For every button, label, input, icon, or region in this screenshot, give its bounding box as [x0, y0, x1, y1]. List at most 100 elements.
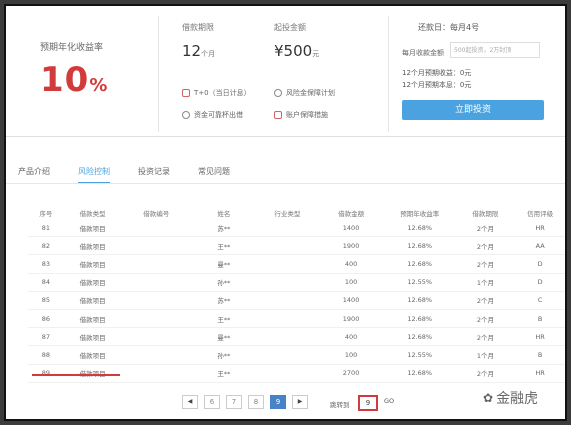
- table-cell: [121, 254, 192, 274]
- table-cell: 2个月: [455, 309, 516, 329]
- invest-now-button[interactable]: 立即投资: [402, 100, 544, 120]
- table-cell: 400: [318, 327, 384, 347]
- table-cell: 借款项目: [63, 291, 122, 310]
- table-cell: D: [515, 273, 565, 292]
- table-cell: 1400: [318, 291, 384, 310]
- column-header: 行业类型: [274, 209, 301, 218]
- table-cell: [256, 236, 319, 256]
- term-label: 借款期限: [182, 23, 214, 32]
- table-cell: 12.68%: [383, 364, 456, 383]
- table-cell: B: [515, 345, 565, 365]
- column-header: 预期年收益率: [400, 209, 440, 218]
- account-icon: [274, 111, 282, 119]
- column-header: 借款期限: [472, 209, 499, 218]
- table-body: 81 借款项目 苏** 1400 12.68% 2个月 HR 82 借款项目 王** 1900 12.…: [28, 219, 565, 383]
- table-cell: 孙**: [191, 273, 257, 292]
- table-cell: HR: [515, 219, 565, 238]
- table-cell: 12.68%: [383, 219, 456, 238]
- divider: [388, 16, 389, 132]
- table-cell: 88: [28, 345, 64, 365]
- table-cell: [121, 291, 192, 310]
- term-value: 12个月: [182, 42, 215, 60]
- tab-faq[interactable]: 常见问题: [198, 166, 230, 184]
- watermark: ✿ 金融虎: [483, 388, 538, 408]
- table-cell: HR: [515, 364, 565, 383]
- table-cell: 12.55%: [383, 273, 456, 292]
- tab-invest-records[interactable]: 投资记录: [138, 166, 170, 184]
- table-cell: 苏**: [191, 291, 257, 310]
- table-cell: C: [515, 291, 565, 310]
- divider: [6, 183, 565, 184]
- table-row: 87 借款项目 曼** 400 12.68% 2个月 HR: [28, 327, 565, 347]
- rate-number: 10: [40, 60, 90, 100]
- table-cell: 王**: [191, 364, 257, 383]
- table-cell: 83: [28, 254, 64, 274]
- table-cell: D: [515, 254, 565, 274]
- wechat-icon: ✿: [483, 391, 494, 405]
- table-cell: 82: [28, 236, 64, 256]
- column-header: 姓名: [217, 209, 231, 218]
- divider: [158, 16, 159, 132]
- table-cell: [256, 273, 319, 292]
- min-unit: 元: [312, 50, 320, 58]
- column-header: 借款编号: [143, 209, 170, 218]
- feature-item: 账户保障措施: [274, 110, 328, 120]
- calendar-icon: [182, 89, 190, 97]
- feature-label: 资金可靠杯出借: [194, 111, 243, 119]
- go-button[interactable]: GO: [384, 397, 394, 405]
- page-button[interactable]: 7: [226, 395, 242, 409]
- table-cell: 2个月: [455, 254, 516, 274]
- table-cell: 2700: [318, 364, 384, 383]
- table-cell: [256, 254, 319, 274]
- table-cell: [121, 364, 192, 383]
- tab-bar: 产品介绍 风险控制 投资记录 常见问题: [18, 166, 258, 184]
- amount-input[interactable]: 500起投资，2万封顶: [450, 42, 540, 58]
- table-header-row: 序号 借款类型 借款编号 姓名 行业类型 借款金额 预期年收益率 借款期限 信用…: [28, 206, 565, 219]
- page-button[interactable]: 6: [204, 395, 220, 409]
- table-cell: [121, 236, 192, 256]
- table-cell: 借款项目: [63, 254, 122, 274]
- feature-label: 风险金保障计划: [286, 89, 335, 97]
- table-cell: [121, 345, 192, 365]
- page-button[interactable]: 8: [248, 395, 264, 409]
- tab-product-intro[interactable]: 产品介绍: [18, 166, 50, 184]
- table-cell: 借款项目: [63, 219, 122, 238]
- tab-risk-control[interactable]: 风险控制: [78, 166, 110, 184]
- column-header: 借款类型: [79, 209, 106, 218]
- table-cell: 苏**: [191, 219, 257, 238]
- table-cell: 100: [318, 273, 384, 292]
- expected-income: 12个月预期收益：0元: [402, 69, 472, 77]
- page-button-current[interactable]: 9: [270, 395, 286, 409]
- table-cell: 12.55%: [383, 345, 456, 365]
- table-cell: 1900: [318, 309, 384, 329]
- lock-icon: [182, 111, 190, 119]
- table-row: 85 借款项目 苏** 1400 12.68% 2个月 C: [28, 291, 565, 310]
- rate-label: 预期年化收益率: [40, 43, 104, 53]
- table-cell: 12.68%: [383, 327, 456, 347]
- goto-page-input[interactable]: 9: [358, 395, 378, 411]
- table-cell: B: [515, 309, 565, 329]
- next-page-icon[interactable]: ▶: [292, 395, 308, 409]
- term-number: 12: [182, 42, 202, 60]
- table-cell: 借款项目: [63, 327, 122, 347]
- table-cell: 12.68%: [383, 254, 456, 274]
- table-cell: 84: [28, 273, 64, 292]
- rate-value: 10%: [40, 60, 108, 100]
- table-cell: 王**: [191, 236, 257, 256]
- table-cell: [256, 309, 319, 329]
- feature-item: T+0（当日计息）: [182, 88, 251, 98]
- table-cell: [121, 219, 192, 238]
- table-cell: 2个月: [455, 236, 516, 256]
- expected-total: 12个月预期本息：0元: [402, 81, 472, 89]
- column-header: 借款金额: [338, 209, 365, 218]
- table-cell: 2个月: [455, 364, 516, 383]
- table-cell: AA: [515, 236, 565, 256]
- table-row: 83 借款项目 曼** 400 12.68% 2个月 D: [28, 254, 565, 274]
- table-cell: 孙**: [191, 345, 257, 365]
- column-header: 信用评级: [527, 209, 554, 218]
- table-cell: [256, 345, 319, 365]
- min-number: ¥500: [274, 42, 313, 60]
- amount-label: 每月收款金额: [402, 49, 444, 57]
- table-cell: 借款项目: [63, 236, 122, 256]
- prev-page-icon[interactable]: ◀: [182, 395, 198, 409]
